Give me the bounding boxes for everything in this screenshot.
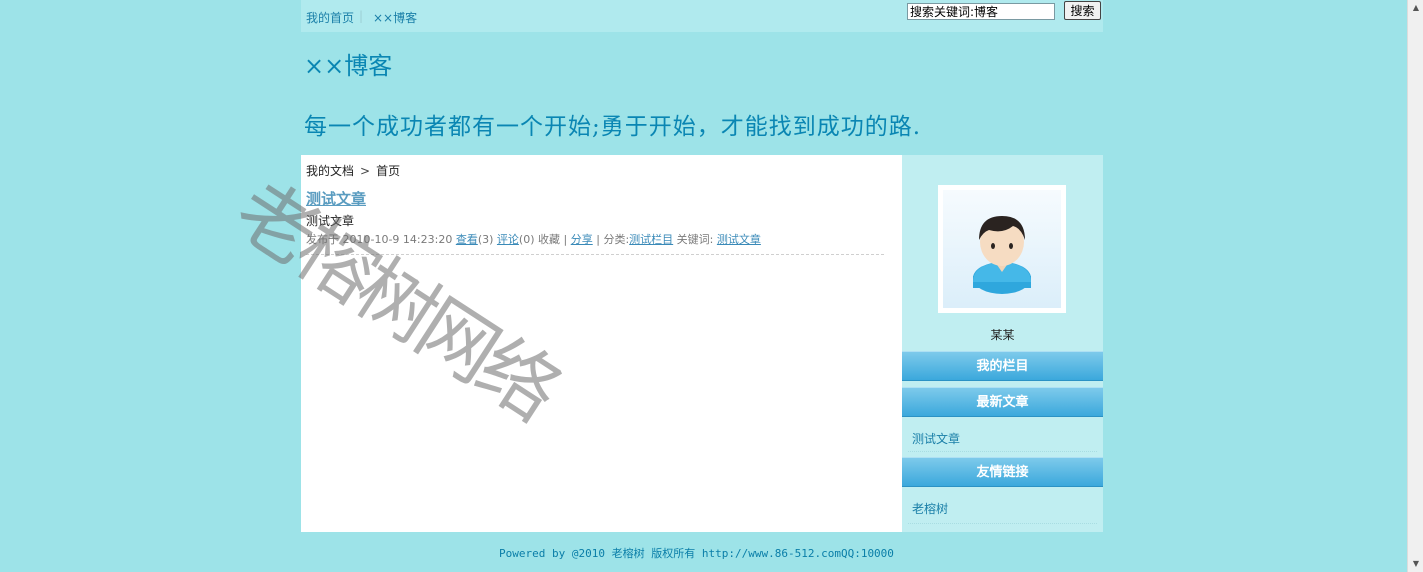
nav-home-link[interactable]: 我的首页 bbox=[306, 9, 354, 26]
article-divider bbox=[306, 254, 884, 255]
view-count: (3) bbox=[477, 233, 494, 246]
breadcrumb-root[interactable]: 我的文档 bbox=[306, 164, 354, 178]
favorite-link[interactable]: 收藏 bbox=[538, 233, 560, 246]
view-link[interactable]: 查看 bbox=[456, 233, 478, 246]
section-header-columns[interactable]: 我的栏目 bbox=[902, 351, 1103, 381]
arrow-up-icon[interactable]: ▲ bbox=[1409, 1, 1423, 15]
keyword-label: 关键词: bbox=[676, 233, 714, 246]
category-label: 分类: bbox=[603, 233, 630, 246]
article-meta: 发布于 2010-10-9 14:23:20 查看(3) 评论(0) 收藏 | … bbox=[306, 231, 761, 247]
user-name: 某某 bbox=[990, 328, 1015, 342]
search-input[interactable] bbox=[907, 3, 1055, 20]
article-title-link[interactable]: 测试文章 bbox=[306, 188, 366, 209]
site-motto: 每一个成功者都有一个开始;勇于开始，才能找到成功的路. bbox=[304, 114, 922, 140]
keyword-link[interactable]: 测试文章 bbox=[717, 233, 761, 246]
section-header-latest[interactable]: 最新文章 bbox=[902, 387, 1103, 417]
top-nav-bar: 我的首页 | ××博客 搜索 bbox=[301, 0, 1103, 32]
user-avatar-icon bbox=[973, 216, 1031, 294]
share-link[interactable]: 分享 bbox=[571, 233, 593, 246]
vertical-scrollbar[interactable]: ▲ ▼ bbox=[1407, 0, 1423, 572]
nav-blog-link[interactable]: ××博客 bbox=[373, 9, 417, 26]
footer: Powered by @2010 老榕树 版权所有 http://www.86-… bbox=[499, 547, 894, 560]
breadcrumb-arrow-icon: > bbox=[360, 164, 371, 178]
section-header-links[interactable]: 友情链接 bbox=[902, 457, 1103, 487]
meta-separator: | bbox=[596, 233, 600, 246]
search-button[interactable]: 搜索 bbox=[1064, 1, 1101, 20]
latest-article-link[interactable]: 测试文章 bbox=[912, 430, 960, 447]
meta-separator: | bbox=[563, 233, 568, 246]
nav-separator: | bbox=[359, 9, 364, 23]
article-summary: 测试文章 bbox=[306, 214, 355, 228]
avatar[interactable] bbox=[938, 185, 1066, 313]
site-title: ××博客 bbox=[304, 52, 393, 80]
comment-count: (0) bbox=[518, 233, 535, 246]
comment-link[interactable]: 评论 bbox=[497, 233, 519, 246]
main-content: 我的文档 > 首页 测试文章 测试文章 发布于 2010-10-9 14:23:20… bbox=[301, 155, 902, 532]
friend-link[interactable]: 老榕树 bbox=[912, 500, 948, 517]
divider bbox=[908, 451, 1097, 452]
published-label: 发布于 bbox=[306, 233, 339, 246]
arrow-down-icon[interactable]: ▼ bbox=[1409, 557, 1423, 571]
sidebar: 某某 我的栏目 最新文章 测试文章 友情链接 老榕树 bbox=[902, 155, 1103, 532]
breadcrumb: 我的文档 > 首页 bbox=[306, 162, 400, 179]
breadcrumb-current: 首页 bbox=[376, 164, 401, 178]
divider bbox=[908, 523, 1097, 524]
category-link[interactable]: 测试栏目 bbox=[629, 233, 673, 246]
published-time: 2010-10-9 14:23:20 bbox=[342, 233, 453, 246]
